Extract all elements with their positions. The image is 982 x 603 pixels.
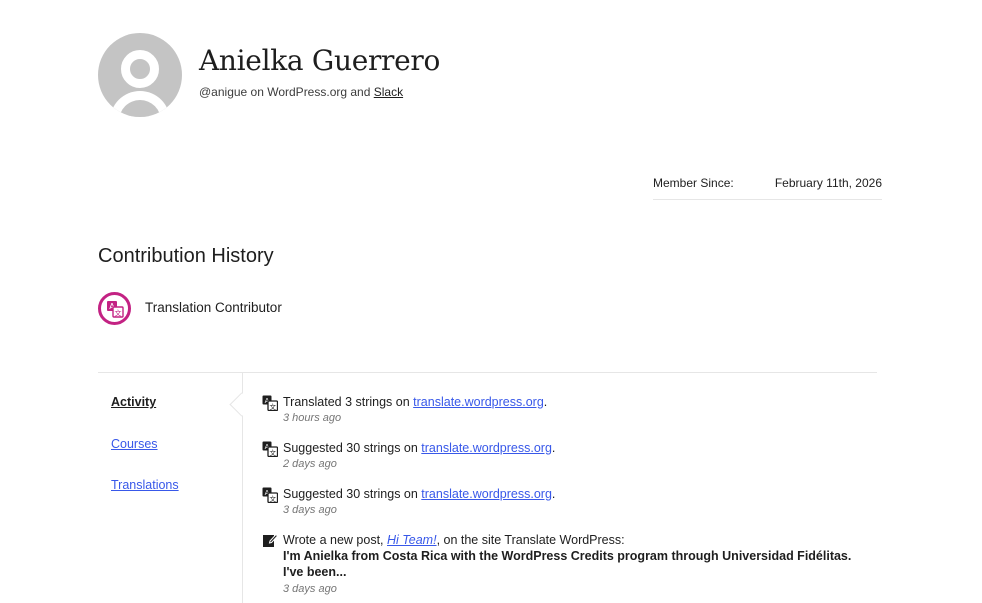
member-since-row: Member Since: February 11th, 2026	[653, 174, 882, 200]
activity-suffix: , on the site Translate WordPress:	[436, 533, 625, 547]
contribution-history-title: Contribution History	[98, 245, 274, 267]
activity-link[interactable]: translate.wordpress.org	[421, 487, 552, 501]
tab-activity[interactable]: Activity	[111, 395, 156, 409]
activity-time: 3 days ago	[283, 583, 337, 595]
post-link[interactable]: Hi Team!	[387, 533, 437, 547]
profile-handle-text: @anigue on WordPress.org and	[199, 85, 374, 99]
activity-suffix: .	[551, 487, 556, 501]
tab-courses[interactable]: Courses	[111, 437, 158, 451]
translation-badge-icon: A 文	[98, 292, 131, 325]
svg-text:文: 文	[270, 402, 277, 411]
member-since-label: Member Since:	[653, 176, 734, 190]
activity-item-text: Suggested 30 strings on translate.wordpr…	[283, 441, 555, 455]
edit-post-icon	[263, 533, 278, 547]
activity-suffix: .	[551, 441, 556, 455]
activity-item-text: Translated 3 strings on translate.wordpr…	[283, 395, 547, 409]
activity-prefix: Suggested 30 strings on	[283, 487, 422, 501]
svg-text:文: 文	[114, 308, 121, 317]
activity-prefix: Wrote a new post,	[283, 533, 387, 547]
svg-text:文: 文	[270, 448, 277, 457]
tab-translations[interactable]: Translations	[111, 478, 179, 492]
activity-link[interactable]: translate.wordpress.org	[421, 441, 552, 455]
profile-handle-line: @anigue on WordPress.org and Slack	[199, 85, 403, 99]
slack-link[interactable]: Slack	[374, 85, 403, 99]
activity-time: 2 days ago	[283, 458, 337, 470]
translate-icon: A 文	[262, 487, 278, 503]
activity-time: 3 days ago	[283, 504, 337, 516]
activity-item-text: Wrote a new post, Hi Team!, on the site …	[283, 533, 625, 547]
activity-prefix: Suggested 30 strings on	[283, 441, 422, 455]
activity-time: 3 hours ago	[283, 412, 342, 424]
activity-link[interactable]: translate.wordpress.org	[413, 395, 544, 409]
translate-icon: A 文	[262, 395, 278, 411]
translation-badge-label: Translation Contributor	[145, 300, 282, 315]
post-excerpt: I'm Anielka from Costa Rica with the Wor…	[283, 549, 852, 579]
member-since-value: February 11th, 2026	[774, 176, 882, 190]
translate-icon: A 文	[262, 441, 278, 457]
avatar	[98, 33, 182, 117]
profile-name: Anielka Guerrero	[199, 44, 441, 77]
avatar-head-shape	[121, 50, 159, 88]
svg-text:文: 文	[270, 494, 277, 503]
activity-divider	[98, 372, 877, 373]
activity-prefix: Translated 3 strings on	[283, 395, 414, 409]
active-tab-pointer	[229, 392, 254, 417]
activity-suffix: .	[543, 395, 548, 409]
activity-item-text: Suggested 30 strings on translate.wordpr…	[283, 487, 555, 501]
